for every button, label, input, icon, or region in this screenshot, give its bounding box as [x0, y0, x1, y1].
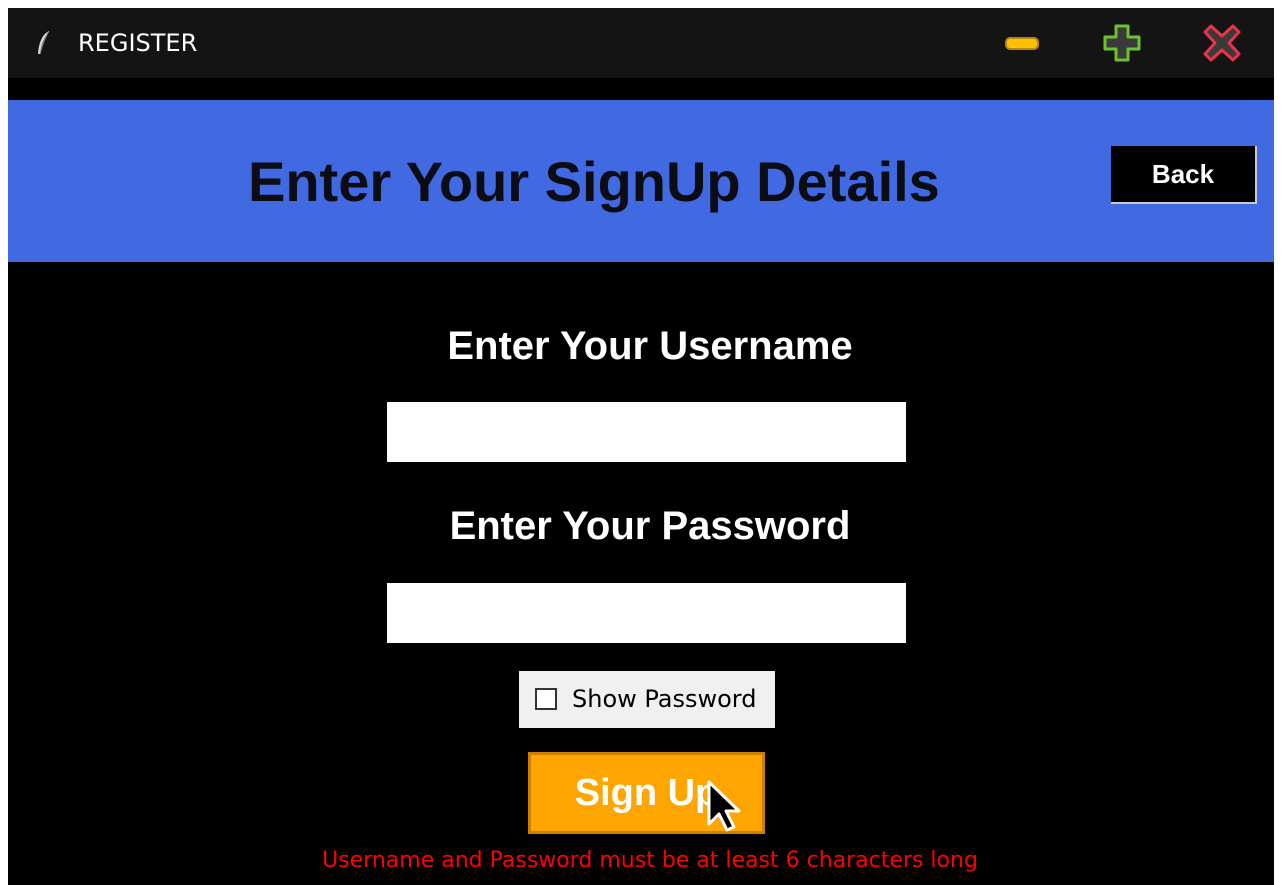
page-title: Enter Your SignUp Details: [248, 150, 940, 213]
header-banner: Enter Your SignUp Details Back: [8, 100, 1274, 262]
plus-icon[interactable]: [1102, 23, 1142, 63]
signup-button[interactable]: Sign Up: [528, 752, 765, 834]
feather-icon: [36, 30, 52, 56]
close-x-icon[interactable]: [1202, 23, 1242, 63]
password-input[interactable]: [387, 583, 906, 643]
error-message: Username and Password must be at least 6…: [322, 848, 978, 873]
username-label: Enter Your Username: [447, 324, 853, 368]
password-label: Enter Your Password: [449, 504, 851, 548]
title-bar[interactable]: REGISTER: [8, 8, 1274, 78]
show-password-label: Show Password: [572, 685, 757, 713]
register-window: REGISTER Enter Your SignUp Details Back …: [8, 8, 1274, 885]
show-password-toggle[interactable]: Show Password: [519, 671, 775, 728]
username-input[interactable]: [387, 402, 906, 462]
window-title: REGISTER: [78, 29, 198, 57]
back-button[interactable]: Back: [1111, 146, 1257, 204]
show-password-checkbox[interactable]: [535, 688, 557, 710]
minimize-icon[interactable]: [1002, 23, 1042, 63]
